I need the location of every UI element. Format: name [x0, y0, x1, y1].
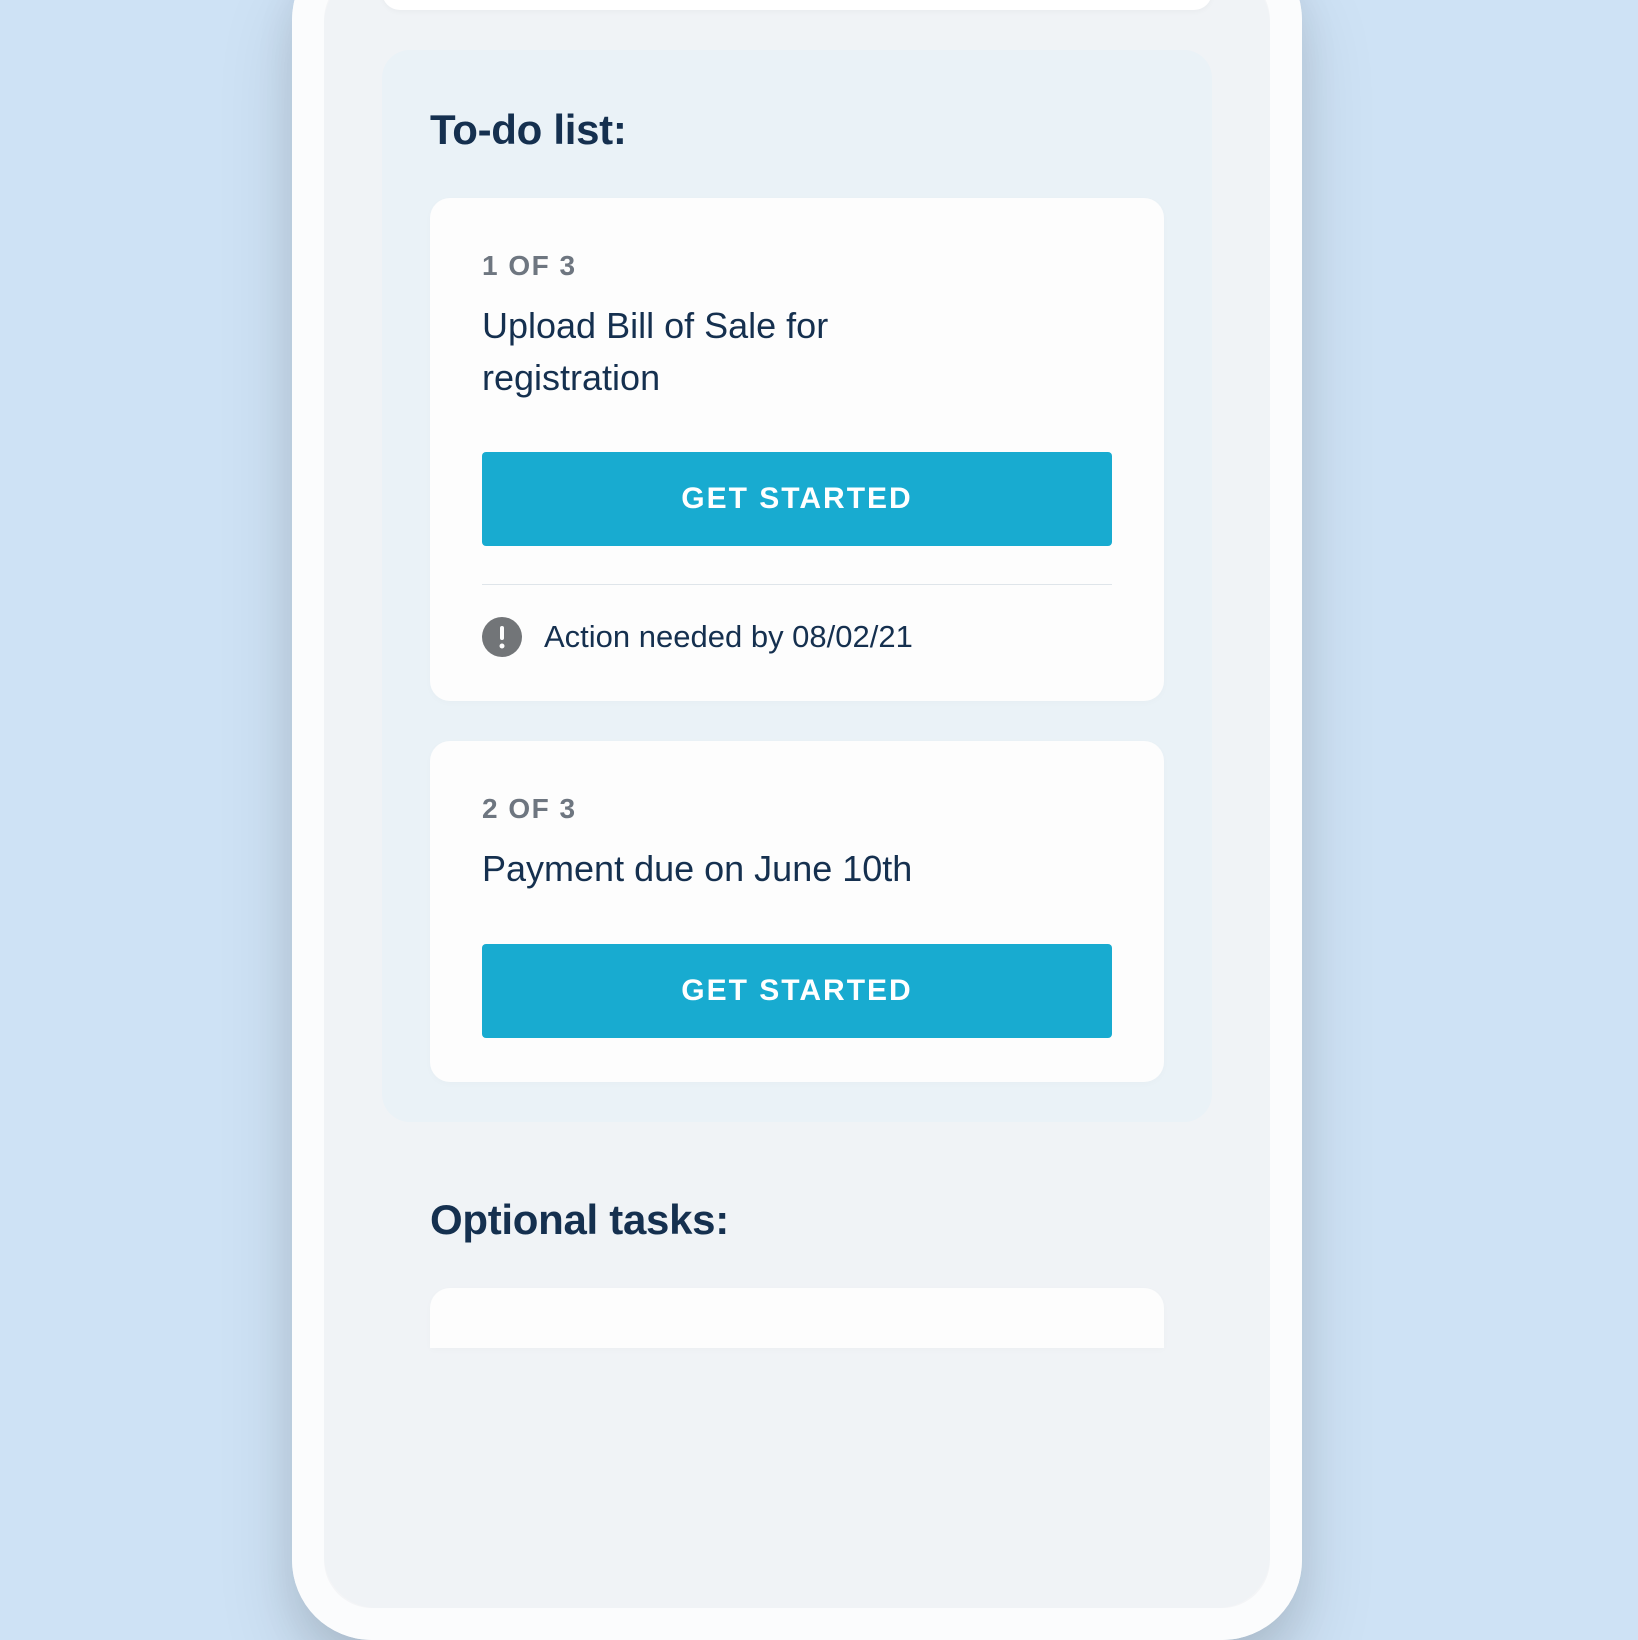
- task-card: 2 OF 3 Payment due on June 10th GET STAR…: [430, 741, 1164, 1081]
- todo-heading: To-do list:: [430, 106, 1164, 154]
- optional-section: Optional tasks:: [382, 1122, 1212, 1348]
- task-counter: 2 OF 3: [482, 793, 1112, 825]
- todo-section: To-do list: 1 OF 3 Upload Bill of Sale f…: [382, 50, 1212, 1122]
- phone-device-frame: To-do list: 1 OF 3 Upload Bill of Sale f…: [292, 0, 1302, 1640]
- task-title: Upload Bill of Sale for registration: [482, 300, 942, 404]
- previous-card-bottom-edge: [382, 0, 1212, 10]
- divider: [482, 584, 1112, 585]
- action-needed-row: Action needed by 08/02/21: [482, 617, 1112, 657]
- optional-card-top-edge: [430, 1288, 1164, 1348]
- get-started-button[interactable]: GET STARTED: [482, 452, 1112, 546]
- action-needed-text: Action needed by 08/02/21: [544, 619, 913, 655]
- phone-screen: To-do list: 1 OF 3 Upload Bill of Sale f…: [324, 0, 1270, 1608]
- task-counter: 1 OF 3: [482, 250, 1112, 282]
- task-card: 1 OF 3 Upload Bill of Sale for registrat…: [430, 198, 1164, 701]
- get-started-button[interactable]: GET STARTED: [482, 944, 1112, 1038]
- task-title: Payment due on June 10th: [482, 843, 942, 895]
- exclamation-icon: [482, 617, 522, 657]
- optional-heading: Optional tasks:: [430, 1196, 1164, 1244]
